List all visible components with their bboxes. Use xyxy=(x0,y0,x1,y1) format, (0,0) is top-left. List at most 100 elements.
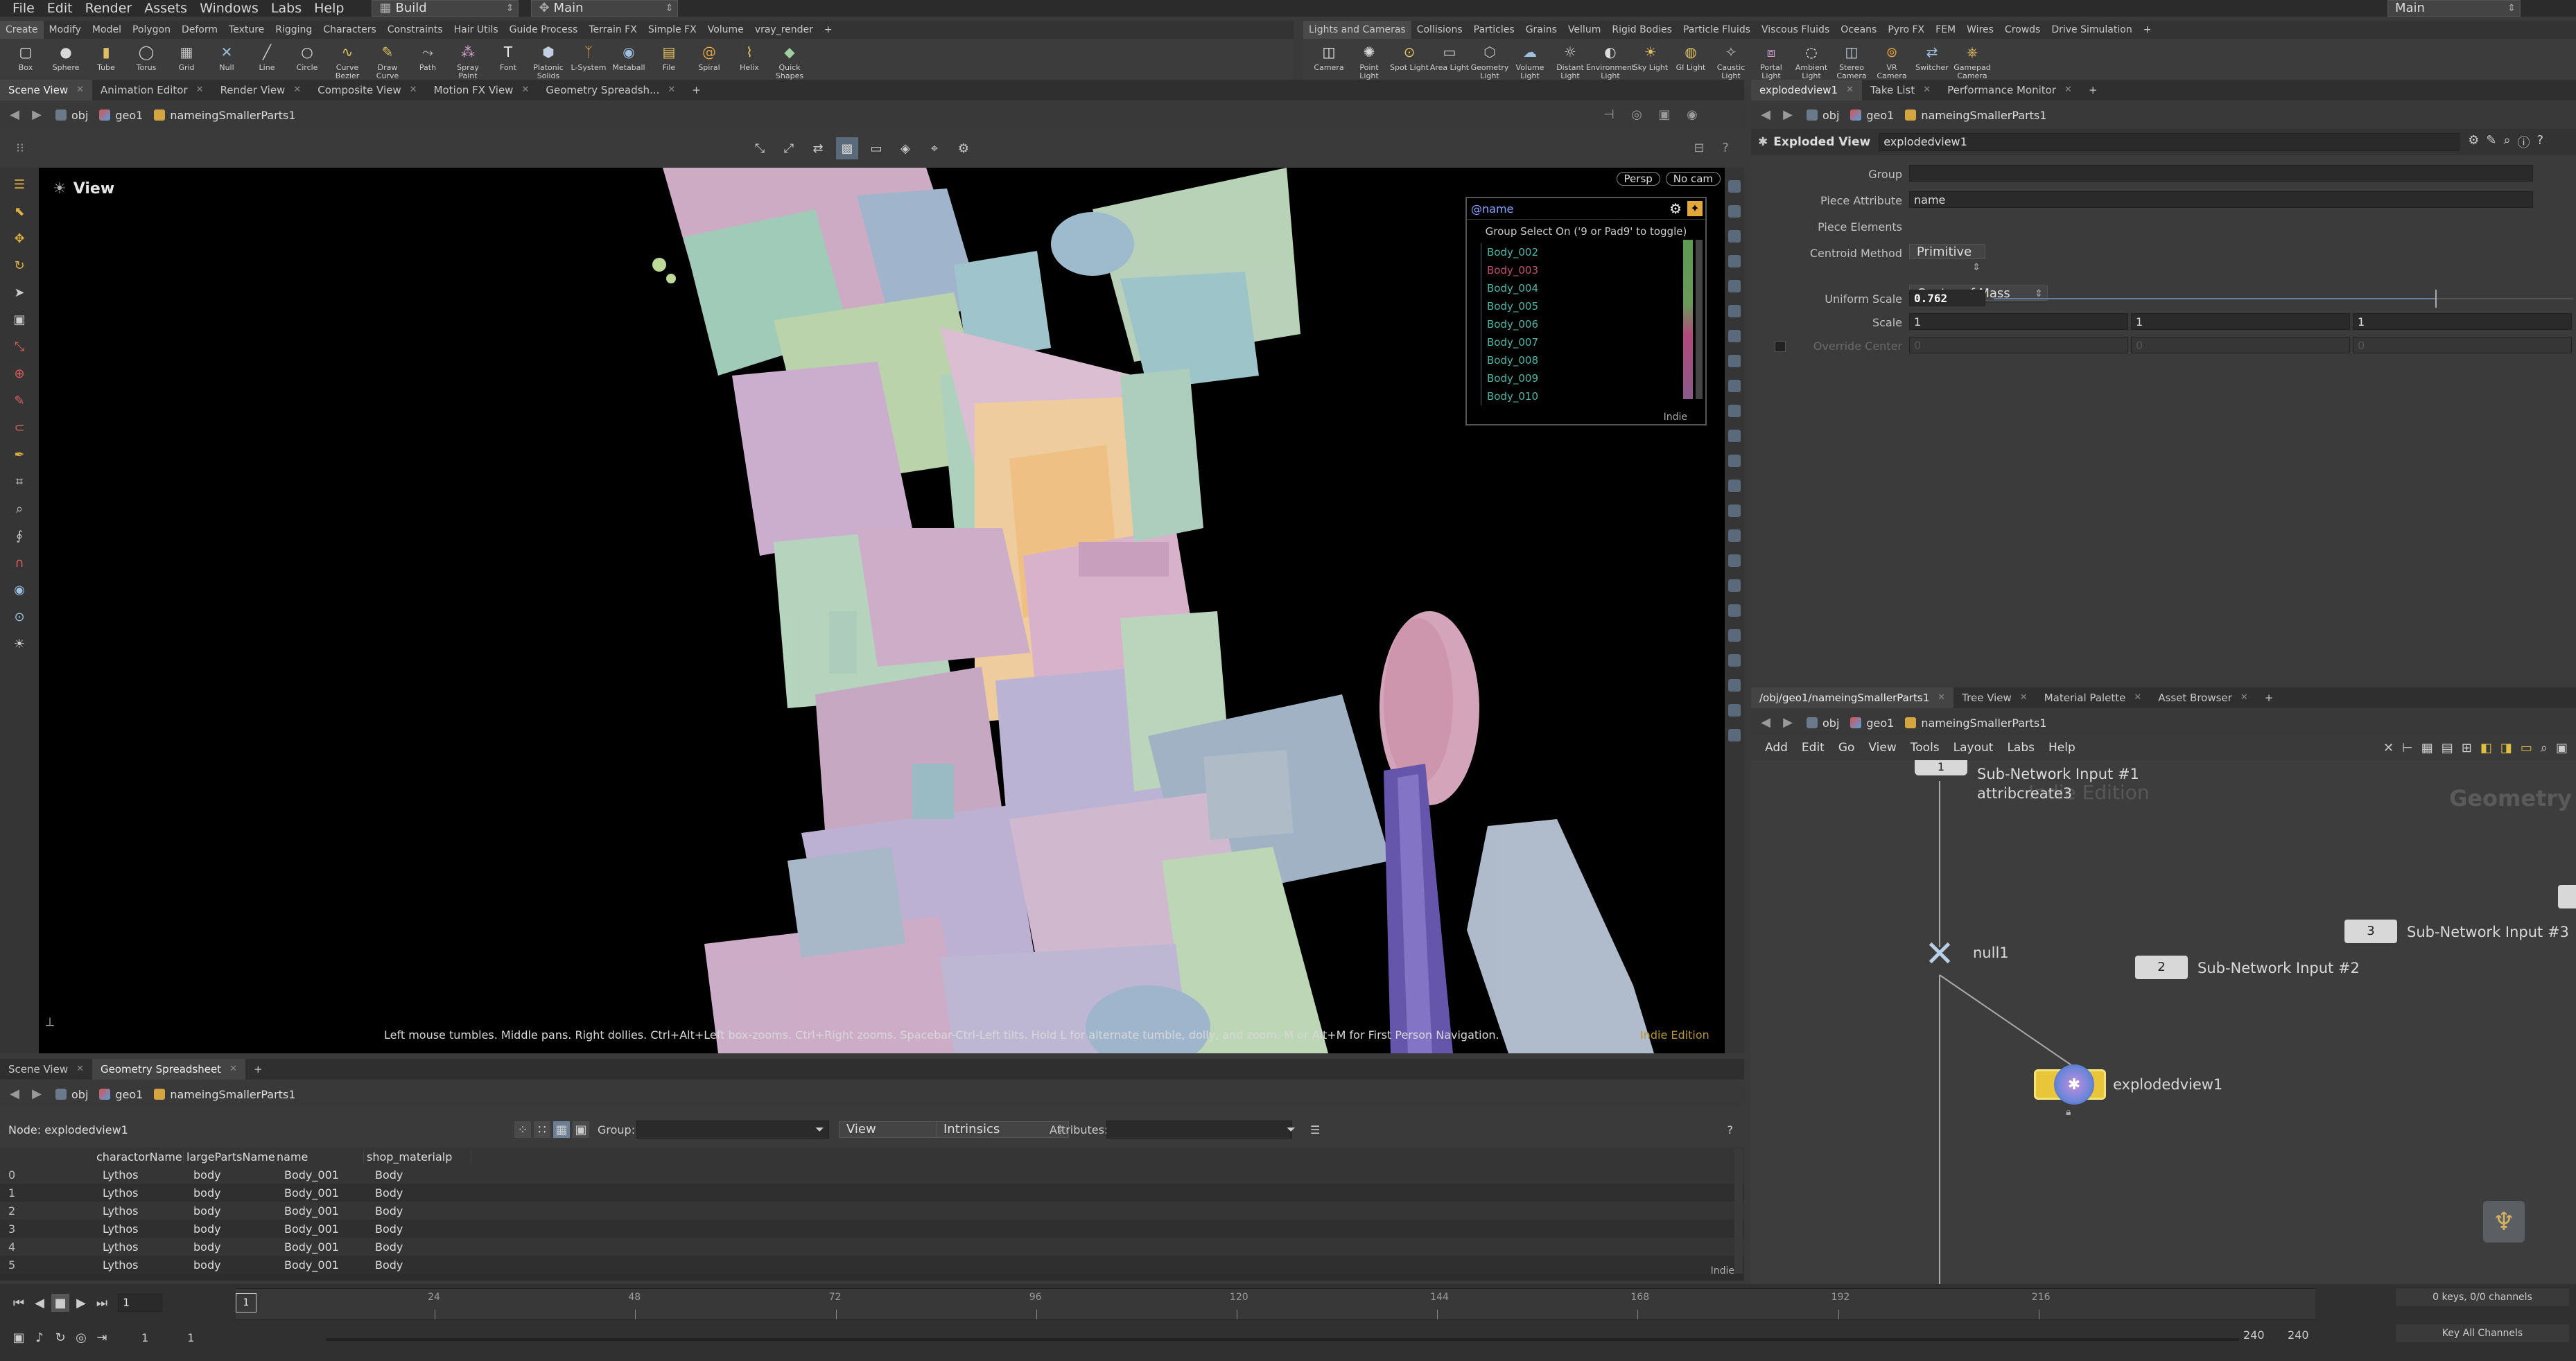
select-mode-icon[interactable]: ⌖ xyxy=(923,137,946,159)
table-row[interactable]: 5 Lythos body Body_001 Body xyxy=(0,1256,1744,1274)
shelf-tab-fem[interactable]: FEM xyxy=(1930,21,1961,39)
params-breadcrumb-node[interactable]: nameingSmallerParts1 xyxy=(1905,109,2046,122)
vertices-mode-icon[interactable]: ∷ xyxy=(534,1121,550,1138)
grid-display-icon[interactable] xyxy=(1728,629,1741,642)
shelf-tab-wires[interactable]: Wires xyxy=(1961,21,1999,39)
select-geometry-icon[interactable]: ⤡ xyxy=(749,137,771,159)
handle-icon[interactable]: ☰ xyxy=(9,174,30,195)
pane-tab-motion-fx-view[interactable]: Motion FX View ✕ xyxy=(426,80,538,100)
tool-stereo-camera[interactable]: ◫ Stereo Camera xyxy=(1831,39,1872,85)
net-quickmark-icon[interactable]: ▣ xyxy=(2556,741,2568,755)
close-icon[interactable]: ✕ xyxy=(2064,80,2072,100)
brush-icon[interactable]: ✎ xyxy=(9,390,30,411)
shelf-tab-simple-fx[interactable]: Simple FX xyxy=(643,21,702,39)
display-options-icon[interactable] xyxy=(1728,180,1741,193)
subnet-input-2-node[interactable]: 2 xyxy=(2135,956,2188,979)
viewport-help-icon[interactable]: ? xyxy=(1718,141,1733,156)
select-points-icon[interactable]: ⤢ xyxy=(778,137,800,159)
tool-distant-light[interactable]: ☼ Distant Light xyxy=(1550,39,1590,85)
params-search-icon[interactable]: ⌕ xyxy=(2503,133,2510,151)
shelf-tab-lights-and-cameras[interactable]: Lights and Cameras xyxy=(1303,21,1411,39)
display-icon[interactable]: ▣ xyxy=(1657,107,1672,123)
pane-tab-asset-browser[interactable]: Asset Browser ✕ xyxy=(2150,687,2256,708)
close-icon[interactable]: ✕ xyxy=(668,80,675,100)
key-all-channels-button[interactable]: Key All Channels xyxy=(2396,1324,2569,1342)
magnet-icon[interactable]: ⊂ xyxy=(9,417,30,438)
camera-icon[interactable] xyxy=(1728,305,1741,317)
breadcrumb-obj[interactable]: obj xyxy=(55,109,88,122)
net-color-icon[interactable]: ◧ xyxy=(2480,741,2492,755)
net-wire-icon[interactable]: ✕ xyxy=(2383,741,2394,755)
node-name-field[interactable]: explodedview1 xyxy=(1879,133,2460,151)
pane-tab-scene-view[interactable]: Scene View ✕ xyxy=(0,80,93,100)
piece-attribute-field[interactable]: name xyxy=(1909,191,2533,208)
override-y-field[interactable]: 0 xyxy=(2131,337,2350,353)
net-tree-icon[interactable]: ⊢ xyxy=(2402,741,2413,755)
sheet-breadcrumb-obj[interactable]: obj xyxy=(55,1088,88,1101)
group-field[interactable] xyxy=(1909,165,2533,182)
uniform-scale-field[interactable]: 0.762 xyxy=(1909,290,1985,306)
shelf-tab-oceans[interactable]: Oceans xyxy=(1835,21,1882,39)
stop-icon[interactable]: ■ xyxy=(51,1294,69,1312)
group-item[interactable]: Body_003 xyxy=(1481,261,1705,279)
sheet-attributes-field[interactable] xyxy=(1106,1121,1292,1139)
params-gear-icon[interactable]: ⚙ xyxy=(2468,133,2479,151)
rotate-icon[interactable]: ↻ xyxy=(9,255,30,276)
filter-icon[interactable]: ⏷ xyxy=(815,1123,824,1136)
column-header[interactable]: largePartsName xyxy=(184,1150,275,1164)
sheet-breadcrumb-node[interactable]: nameingSmallerParts1 xyxy=(154,1088,295,1101)
sheet-help-icon[interactable]: ? xyxy=(1728,1123,1734,1136)
current-frame-field[interactable]: 1 xyxy=(118,1294,162,1312)
close-icon[interactable]: ✕ xyxy=(229,1059,237,1080)
pointer-icon[interactable]: ➤ xyxy=(9,282,30,303)
close-icon[interactable]: ✕ xyxy=(2020,687,2028,708)
add-pane-tab-icon[interactable]: + xyxy=(2080,80,2106,100)
group-item[interactable]: Body_004 xyxy=(1481,279,1705,297)
frame-marker[interactable]: 1 xyxy=(236,1293,256,1312)
shelf-tab-crowds[interactable]: Crowds xyxy=(1999,21,2046,39)
pen-icon[interactable]: ✒ xyxy=(9,444,30,465)
pane-tab-take-list[interactable]: Take List ✕ xyxy=(1862,80,1939,100)
breadcrumb-node[interactable]: nameingSmallerParts1 xyxy=(154,109,295,122)
shelf-tab-viscous-fluids[interactable]: Viscous Fluids xyxy=(1756,21,1835,39)
menu-file[interactable]: File xyxy=(12,1,35,16)
context-selector[interactable]: ✥ Main xyxy=(531,0,679,17)
shelf-tab-constraints[interactable]: Constraints xyxy=(382,21,449,39)
group-item[interactable]: Body_006 xyxy=(1481,315,1705,333)
normals-icon[interactable] xyxy=(1728,380,1741,392)
select-breakpoints-icon[interactable]: ◈ xyxy=(894,137,916,159)
net-menu-view[interactable]: View xyxy=(1868,741,1896,755)
play-reverse-icon[interactable]: ◀ xyxy=(31,1294,49,1312)
points-display-icon[interactable] xyxy=(1728,355,1741,367)
tool-tube[interactable]: ▮ Tube xyxy=(86,39,126,85)
shelf-tab-grains[interactable]: Grains xyxy=(1520,21,1563,39)
primitives-mode-icon[interactable]: ▦ xyxy=(553,1121,570,1138)
light-icon[interactable]: ☀ xyxy=(9,633,30,654)
net-back-arrow-icon[interactable]: ◀ xyxy=(1758,715,1773,730)
hud-icon[interactable] xyxy=(1728,654,1741,667)
tool-spot-light[interactable]: ⊙ Spot Light xyxy=(1389,39,1429,85)
tool-file[interactable]: ▤ File xyxy=(649,39,689,85)
shelf-tab-guide-process[interactable]: Guide Process xyxy=(504,21,584,39)
pane-tab-animation-editor[interactable]: Animation Editor ✕ xyxy=(92,80,212,100)
play-icon[interactable]: ▶ xyxy=(72,1294,90,1312)
tool-sphere[interactable]: ● Sphere xyxy=(46,39,86,85)
tool-portal-light[interactable]: ⧈ Portal Light xyxy=(1751,39,1791,85)
net-menu-add[interactable]: Add xyxy=(1765,741,1788,755)
background-icon[interactable] xyxy=(1728,729,1741,741)
tool-ambient-light[interactable]: ◌ Ambient Light xyxy=(1791,39,1831,85)
pane-tab-render-view[interactable]: Render View ✕ xyxy=(212,80,310,100)
net-menu-tools[interactable]: Tools xyxy=(1911,741,1940,755)
group-item[interactable]: Body_002 xyxy=(1481,243,1705,261)
shelf-tab-vray-render[interactable]: vray_render xyxy=(749,21,819,39)
sheet-group-field[interactable] xyxy=(636,1121,829,1139)
gear-icon[interactable]: ⚙ xyxy=(1669,200,1682,217)
sheet-breadcrumb-geo[interactable]: geo1 xyxy=(99,1088,143,1101)
params-forward-arrow-icon[interactable]: ▶ xyxy=(1780,107,1795,123)
net-menu-edit[interactable]: Edit xyxy=(1802,741,1825,755)
shelf-tab-texture[interactable]: Texture xyxy=(223,21,270,39)
close-icon[interactable]: ✕ xyxy=(1938,687,1945,708)
grid-dots-icon[interactable]: ⁝⁝ xyxy=(12,141,28,156)
net-folder-icon[interactable]: ▭ xyxy=(2521,741,2532,755)
points-mode-icon[interactable]: ⁘ xyxy=(514,1121,531,1138)
